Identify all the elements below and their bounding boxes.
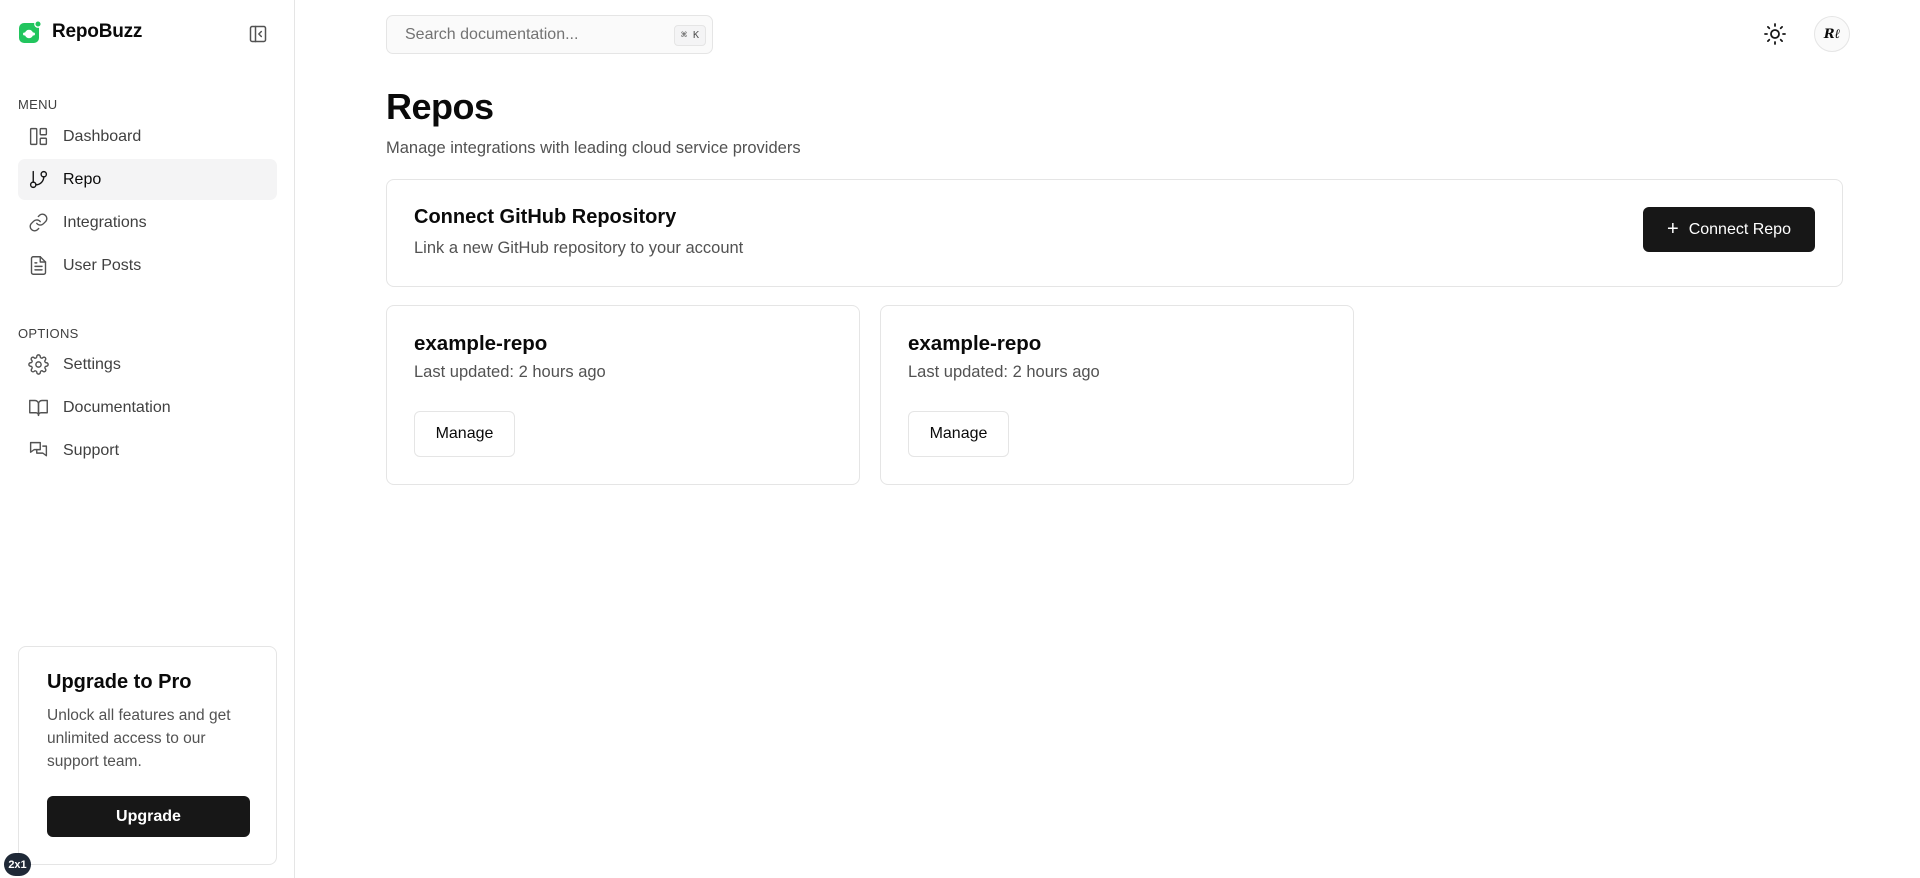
sidebar-item-dashboard[interactable]: Dashboard [18, 116, 277, 157]
options-nav: Settings Documentation Support [18, 344, 277, 473]
upgrade-title: Upgrade to Pro [47, 671, 192, 693]
sidebar-item-integrations[interactable]: Integrations [18, 202, 277, 243]
connect-repo-label: Connect Repo [1688, 220, 1791, 238]
sidebar-item-label: Dashboard [63, 127, 142, 145]
collapse-sidebar-button[interactable] [246, 22, 270, 46]
repo-card: example-repo Last updated: 2 hours ago M… [386, 305, 860, 485]
upgrade-button[interactable]: Upgrade [47, 796, 250, 837]
connect-description: Link a new GitHub repository to your acc… [414, 239, 744, 257]
menu-section-label: MENU [18, 97, 58, 112]
sidebar-item-label: Repo [63, 170, 102, 188]
search-placeholder: Search documentation... [405, 25, 579, 43]
corner-badge[interactable]: 2x1 [4, 853, 31, 876]
manage-button[interactable]: Manage [414, 411, 515, 457]
repo-last-updated: Last updated: 2 hours ago [414, 363, 606, 381]
sidebar-item-label: Documentation [63, 398, 171, 416]
link-icon [29, 213, 48, 232]
gear-icon [28, 354, 49, 375]
brand[interactable]: RepoBuzz [18, 20, 142, 44]
repo-name: example-repo [908, 332, 1042, 355]
connect-repo-button[interactable]: + Connect Repo [1643, 207, 1815, 252]
sidebar-item-label: Integrations [63, 213, 147, 231]
upgrade-card: Upgrade to Pro Unlock all features and g… [18, 646, 277, 865]
upgrade-text: Unlock all features and get unlimited ac… [47, 707, 231, 770]
manage-button[interactable]: Manage [908, 411, 1009, 457]
brand-name: RepoBuzz [52, 21, 143, 42]
page-title: Repos [386, 86, 494, 127]
dashboard-icon [29, 127, 48, 146]
theme-toggle-button[interactable] [1761, 20, 1789, 48]
sidebar-item-label: Support [63, 441, 120, 459]
options-section-label: OPTIONS [18, 326, 79, 341]
sidebar: RepoBuzz MENU Dashboard Repo Integration… [0, 0, 295, 878]
connect-title: Connect GitHub Repository [414, 206, 677, 228]
sun-icon [1764, 23, 1786, 45]
book-icon [29, 399, 48, 417]
keyboard-shortcut-badge: ⌘ K [673, 25, 706, 46]
app-root: RepoBuzz MENU Dashboard Repo Integration… [0, 0, 1920, 878]
chat-bubbles-icon [29, 441, 48, 457]
search-input[interactable]: Search documentation... ⌘ K [386, 15, 713, 54]
plus-icon: + [1667, 217, 1679, 240]
connect-repository-card: Connect GitHub Repository Link a new Git… [386, 179, 1843, 287]
repo-name: example-repo [414, 332, 548, 355]
avatar[interactable]: Rℓ [1814, 16, 1850, 52]
panel-left-icon [249, 25, 267, 43]
sidebar-item-repo[interactable]: Repo [18, 159, 277, 200]
sidebar-item-label: Settings [63, 355, 121, 373]
sidebar-item-user-posts[interactable]: User Posts [18, 245, 277, 286]
page-subtitle: Manage integrations with leading cloud s… [386, 139, 801, 157]
sidebar-item-label: User Posts [63, 256, 142, 274]
sidebar-item-support[interactable]: Support [18, 430, 277, 471]
menu-nav: Dashboard Repo Integrations User Posts [18, 116, 277, 288]
repo-last-updated: Last updated: 2 hours ago [908, 363, 1100, 381]
git-branch-icon [29, 170, 48, 189]
repo-card: example-repo Last updated: 2 hours ago M… [880, 305, 1354, 485]
sidebar-item-settings[interactable]: Settings [18, 344, 277, 385]
repobuzz-logo-icon [19, 20, 42, 43]
file-text-icon [30, 256, 47, 275]
sidebar-item-documentation[interactable]: Documentation [18, 387, 277, 428]
